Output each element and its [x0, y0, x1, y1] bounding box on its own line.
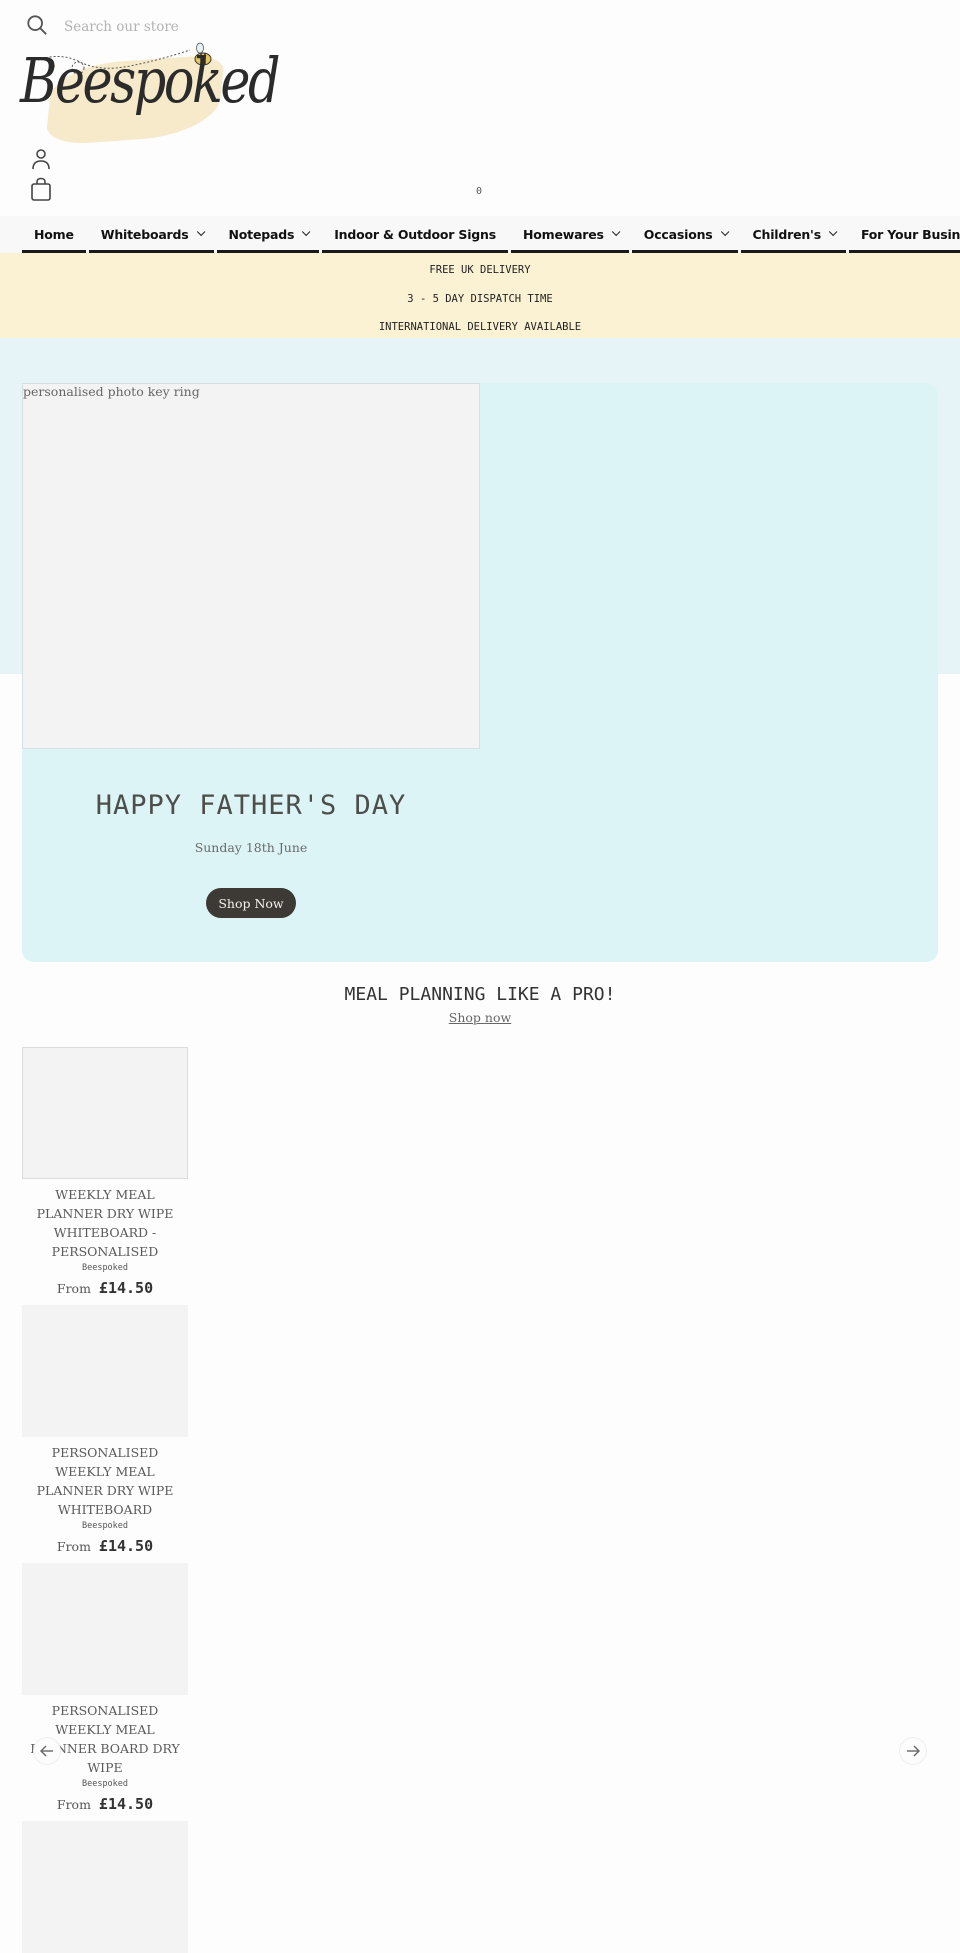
nav-item-label: Children's [752, 226, 822, 242]
carousel-next-button[interactable] [899, 1737, 927, 1765]
chevron-down-icon [302, 227, 311, 237]
arrow-left-icon [40, 1745, 53, 1757]
carousel-prev-button[interactable] [33, 1737, 61, 1765]
chevron-down-icon [720, 227, 729, 237]
hero-image[interactable]: personalised photo key ring [22, 383, 480, 749]
account-icon[interactable] [30, 148, 52, 170]
product-price: From £14.50 [22, 1536, 188, 1555]
product-image[interactable] [22, 1305, 188, 1437]
collection-shop-link[interactable]: Shop now [0, 1010, 960, 1025]
search-bar [26, 12, 364, 42]
nav-item-for-your-business[interactable]: For Your Business [848, 216, 960, 253]
nav-item-label: Indoor & Outdoor Signs [334, 226, 496, 242]
announcement-line: INTERNATIONAL DELIVERY AVAILABLE [378, 321, 582, 333]
nav-item-label: Home [34, 226, 74, 242]
nav-item-indoor-outdoor-signs[interactable]: Indoor & Outdoor Signs [322, 216, 508, 253]
announcement-line: 3 - 5 DAY DISPATCH TIME [407, 293, 553, 305]
announcement-bar: FREE UK DELIVERY 3 - 5 DAY DISPATCH TIME… [0, 253, 960, 338]
collection-title: MEAL PLANNING LIKE A PRO! [344, 984, 616, 1005]
nav-item-occasions[interactable]: Occasions [631, 216, 738, 253]
store-logo[interactable]: Beespoked [20, 42, 281, 148]
product-vendor: Beespoked [81, 1521, 129, 1531]
product-name[interactable]: PERSONALISED WEEKLY MEAL PLANNER DRY WIP… [22, 1443, 188, 1519]
product-card[interactable]: WEEKLY MEAL PLANNER DRY WIPE WHITEBOARD … [22, 1047, 188, 1297]
price-amount: £14.50 [98, 1279, 154, 1297]
search-input[interactable] [64, 19, 364, 35]
nav-item-label: Homewares [522, 226, 604, 242]
product-price: From £14.50 [22, 1794, 188, 1813]
chevron-down-icon [196, 227, 205, 237]
price-prefix: From [56, 1797, 91, 1812]
price-amount: £14.50 [98, 1537, 154, 1555]
search-icon[interactable] [26, 14, 48, 40]
price-prefix: From [56, 1539, 91, 1554]
hero-image-alt: personalised photo key ring [23, 384, 200, 399]
nav-item-label: Notepads [228, 226, 295, 242]
announcement-line: FREE UK DELIVERY [429, 264, 531, 276]
price-prefix: From [56, 1281, 91, 1296]
product-image[interactable] [22, 1821, 188, 1953]
arrow-right-icon [907, 1745, 920, 1757]
product-price: From £14.50 [22, 1278, 188, 1297]
product-image[interactable] [22, 1563, 188, 1695]
product-card[interactable] [22, 1821, 188, 1953]
nav-item-children-s[interactable]: Children's [740, 216, 846, 253]
logo-text: Beespoked [20, 44, 281, 117]
cart-count: 0 [476, 186, 483, 197]
product-card[interactable]: PERSONALISED WEEKLY MEAL PLANNER DRY WIP… [22, 1305, 188, 1555]
product-image[interactable] [22, 1047, 188, 1179]
chevron-down-icon [828, 227, 838, 237]
nav-item-label: For Your Business [860, 226, 960, 242]
hero-title: HAPPY FATHER'S DAY [95, 790, 407, 821]
hero-subtitle: Sunday 18th June [194, 840, 308, 855]
cart-icon[interactable] [30, 177, 52, 201]
nav-item-label: Whiteboards [100, 226, 189, 242]
product-vendor: Beespoked [81, 1263, 129, 1273]
main-nav: Home Whiteboards Notepads Indoor & Outdoor … [0, 216, 960, 253]
price-amount: £14.50 [98, 1795, 154, 1813]
product-vendor: Beespoked [81, 1779, 129, 1789]
nav-item-home[interactable]: Home [22, 216, 86, 253]
product-name[interactable]: WEEKLY MEAL PLANNER DRY WIPE WHITEBOARD … [22, 1185, 188, 1261]
nav-item-notepads[interactable]: Notepads [216, 216, 320, 253]
chevron-down-icon [611, 227, 621, 237]
nav-item-homewares[interactable]: Homewares [510, 216, 629, 253]
nav-item-whiteboards[interactable]: Whiteboards [88, 216, 214, 253]
shop-now-button[interactable]: Shop Now [206, 888, 296, 918]
product-card[interactable]: PERSONALISED WEEKLY MEAL PLANNER BOARD D… [22, 1563, 188, 1813]
nav-item-label: Occasions [643, 226, 713, 242]
